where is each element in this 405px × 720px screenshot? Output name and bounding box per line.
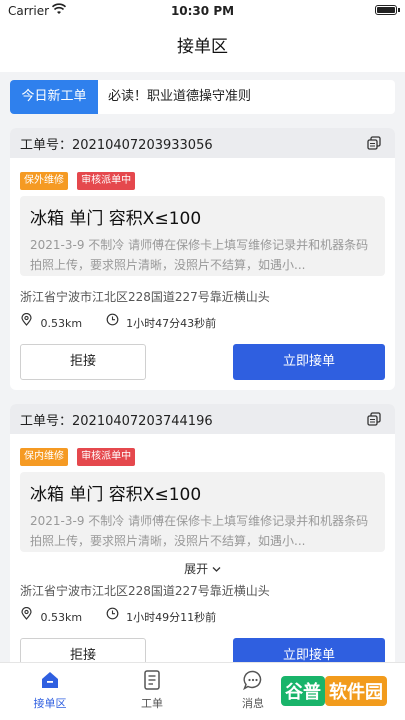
order-meta: 0.53km 1小时47分43秒前	[20, 312, 217, 330]
chevron-down-icon	[212, 567, 221, 572]
order-badges: 保外维修 审核派单中	[20, 168, 139, 190]
order-description: 2021-3-9 不制冷 请师傅在保修卡上填写维修记录并和机器条码拍照上传，要求…	[30, 514, 369, 548]
notice-tag: 今日新工单	[10, 80, 98, 114]
tab-label: 接单区	[33, 697, 67, 710]
order-description: 2021-3-9 不制冷 请师傅在保修卡上填写维修记录并和机器条码拍照上传，要求…	[30, 238, 369, 272]
order-address: 浙江省宁波市江北区228国道227号靠近横山头	[20, 290, 270, 304]
order-title: 冰箱 单门 容积X≤100	[30, 485, 202, 505]
watermark-part1: 谷普	[281, 676, 325, 706]
expand-toggle[interactable]: 展开	[10, 560, 395, 577]
clock: 10:30 PM	[170, 4, 235, 18]
tab-label: 消息	[242, 697, 264, 710]
location-pin-icon	[21, 606, 32, 620]
order-address: 浙江省宁波市江北区228国道227号靠近横山头	[20, 584, 270, 598]
status-badge: 审核派单中	[77, 172, 136, 190]
order-number: 工单号：20210407203933056	[20, 138, 213, 153]
battery-icon	[375, 5, 400, 15]
notice-text[interactable]: 必读！职业道德操守准则	[108, 80, 251, 114]
status-badge: 审核派单中	[77, 448, 136, 466]
order-meta: 0.53km 1小时49分11秒前	[20, 606, 217, 624]
chat-icon	[243, 670, 262, 691]
order-detail-box[interactable]: 冰箱 单门 容积X≤100 2021-3-9 不制冷 请师傅在保修卡上填写维修记…	[20, 196, 385, 276]
expand-label: 展开	[184, 562, 209, 576]
order-number: 工单号：20210407203744196	[20, 414, 213, 429]
order-time-ago: 1小时49分11秒前	[126, 611, 217, 624]
reject-button[interactable]: 拒接	[20, 344, 146, 380]
order-distance: 0.53km	[40, 610, 83, 624]
order-badges: 保内维修 审核派单中	[20, 444, 139, 466]
warranty-badge: 保内维修	[20, 448, 68, 466]
tab-order-area[interactable]: 接单区	[10, 669, 90, 711]
order-distance: 0.53km	[40, 316, 83, 330]
notice-bar[interactable]: 今日新工单 必读！职业道德操守准则	[10, 80, 395, 114]
accept-order-button[interactable]: 立即接单	[233, 344, 385, 380]
order-detail-box[interactable]: 冰箱 单门 容积X≤100 2021-3-9 不制冷 请师傅在保修卡上填写维修记…	[20, 472, 385, 552]
home-icon	[42, 672, 58, 688]
order-time-ago: 1小时47分43秒前	[126, 317, 217, 330]
copy-icon[interactable]	[367, 412, 381, 426]
document-icon	[144, 670, 160, 690]
order-header: 工单号：20210407203744196	[10, 404, 395, 434]
order-title: 冰箱 单门 容积X≤100	[30, 209, 202, 229]
status-bar: Carrier 10:30 PM	[0, 0, 405, 22]
order-card[interactable]: 工单号：20210407203744196 保内维修 审核派单中 冰箱 单门 容…	[10, 404, 395, 684]
clock-icon	[106, 313, 118, 326]
clock-icon	[106, 607, 118, 620]
watermark-part2: 软件园	[325, 676, 387, 706]
location-pin-icon	[21, 312, 32, 326]
watermark-logo: 谷普 软件园	[281, 676, 395, 710]
page-title: 接单区	[0, 22, 405, 72]
order-header: 工单号：20210407203933056	[10, 128, 395, 158]
order-card[interactable]: 工单号：20210407203933056 保外维修 审核派单中 冰箱 单门 容…	[10, 128, 395, 390]
copy-icon[interactable]	[367, 136, 381, 150]
tab-label: 工单	[141, 697, 163, 710]
warranty-badge: 保外维修	[20, 172, 68, 190]
tab-work-orders[interactable]: 工单	[112, 669, 192, 711]
